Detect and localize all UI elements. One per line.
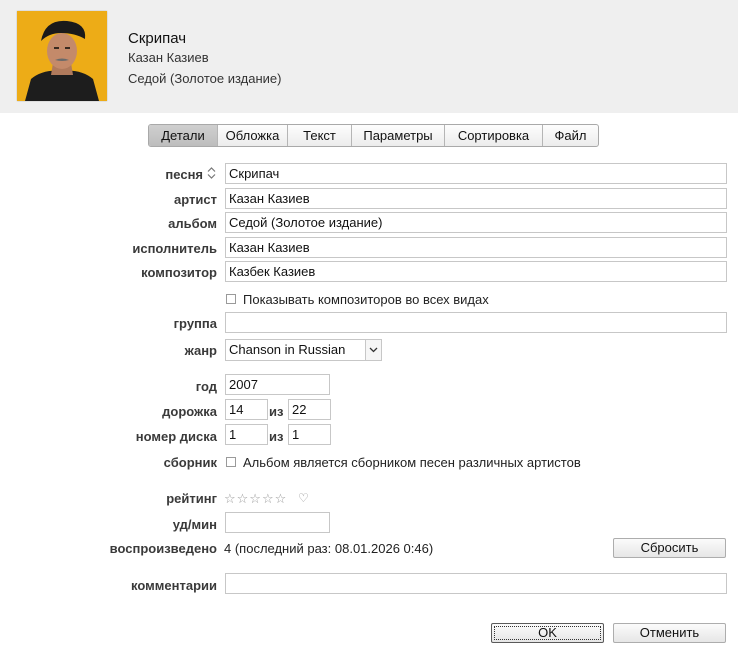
sort-updown-icon[interactable]	[207, 167, 216, 179]
track-of-label: из	[269, 404, 284, 419]
disc-label: номер диска	[135, 429, 217, 444]
genre-value: Chanson in Russian	[229, 342, 346, 357]
tab-file[interactable]: Файл	[543, 125, 598, 146]
compilation-label: сборник	[163, 455, 217, 470]
tab-bar: Детали Обложка Текст Параметры Сортировк…	[148, 124, 599, 147]
disc-of-label: из	[269, 429, 284, 444]
tab-details[interactable]: Детали	[149, 125, 218, 146]
track-total-field[interactable]	[288, 399, 331, 420]
rating-stars[interactable]: ☆☆☆☆☆	[224, 491, 287, 507]
tab-sorting[interactable]: Сортировка	[445, 125, 543, 146]
bpm-label: уд/мин	[172, 517, 217, 532]
compilation-checkbox[interactable]	[226, 457, 236, 467]
tab-lyrics[interactable]: Текст	[288, 125, 352, 146]
compilation-checkbox-label: Альбом является сборником песен различны…	[243, 455, 581, 470]
grouping-label: группа	[173, 316, 217, 331]
album-artist-field[interactable]	[225, 237, 727, 258]
album-label: альбом	[168, 216, 217, 231]
composer-field[interactable]	[225, 261, 727, 282]
cancel-button[interactable]: Отменить	[613, 623, 726, 643]
track-label: дорожка	[162, 404, 217, 419]
artist-field[interactable]	[225, 188, 727, 209]
song-label: песня	[165, 167, 203, 182]
genre-combobox[interactable]: Chanson in Russian	[225, 339, 382, 361]
ok-button[interactable]: OK	[491, 623, 604, 643]
plays-value: 4 (последний раз: 08.01.2026 0:46)	[224, 541, 434, 556]
grouping-field[interactable]	[225, 312, 727, 333]
header-song-title: Скрипач	[128, 30, 187, 47]
album-field[interactable]	[225, 212, 727, 233]
focus-ring	[494, 626, 601, 640]
song-header: Скрипач Казан Казиев Седой (Золотое изда…	[0, 0, 738, 113]
bpm-field[interactable]	[225, 512, 330, 533]
chevron-down-icon	[369, 347, 378, 353]
genre-label: жанр	[184, 343, 217, 358]
header-album: Седой (Золотое издание)	[128, 71, 282, 86]
tab-artwork[interactable]: Обложка	[218, 125, 288, 146]
rating-label: рейтинг	[166, 491, 217, 506]
genre-dropdown-button[interactable]	[365, 340, 381, 360]
plays-label: воспроизведено	[109, 541, 217, 556]
tab-options[interactable]: Параметры	[352, 125, 445, 146]
heart-icon[interactable]: ♡	[298, 491, 309, 505]
album-artist-label: исполнитель	[132, 241, 217, 256]
show-composer-checkbox[interactable]	[226, 294, 236, 304]
artist-label: артист	[174, 192, 217, 207]
show-composer-label: Показывать композиторов во всех видах	[243, 292, 489, 307]
song-field[interactable]	[225, 163, 727, 184]
year-label: год	[195, 379, 217, 394]
header-artist: Казан Казиев	[128, 50, 209, 65]
disc-total-field[interactable]	[288, 424, 331, 445]
album-artwork-icon[interactable]	[17, 11, 107, 101]
reset-button[interactable]: Сбросить	[613, 538, 726, 558]
comments-field[interactable]	[225, 573, 727, 594]
year-field[interactable]	[225, 374, 330, 395]
composer-label: композитор	[141, 265, 217, 280]
comments-label: комментарии	[131, 578, 217, 593]
track-number-field[interactable]	[225, 399, 268, 420]
disc-number-field[interactable]	[225, 424, 268, 445]
